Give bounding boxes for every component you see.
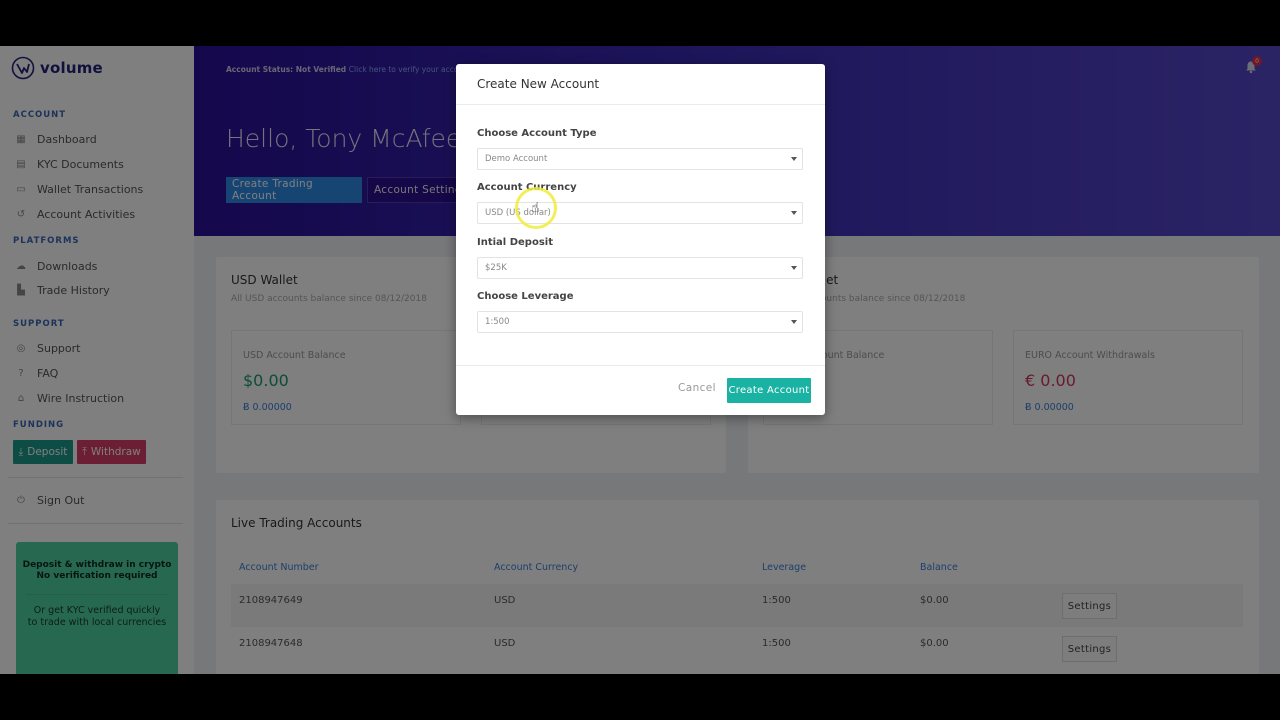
create-account-button[interactable]: Create Account <box>727 378 811 403</box>
leverage-select[interactable]: 1:500 <box>477 311 803 333</box>
leverage-label: Choose Leverage <box>477 291 574 302</box>
initial-deposit-label: Intial Deposit <box>477 237 553 248</box>
caret-down-icon <box>791 157 797 161</box>
select-value: $25K <box>485 263 507 273</box>
caret-down-icon <box>791 320 797 324</box>
modal-title: Create New Account <box>477 77 600 91</box>
account-type-select[interactable]: Demo Account <box>477 148 803 170</box>
modal-footer-divider <box>456 365 825 366</box>
account-currency-select[interactable]: USD (US dollar) <box>477 202 803 224</box>
modal-header-divider <box>456 104 825 105</box>
select-value: 1:500 <box>485 317 510 327</box>
letterbox-bottom <box>0 674 1280 720</box>
cancel-button[interactable]: Cancel <box>678 382 716 394</box>
app-window: volume ACCOUNT ▦ Dashboard ▤ KYC Documen… <box>0 46 1280 674</box>
initial-deposit-select[interactable]: $25K <box>477 257 803 279</box>
letterbox-top <box>0 0 1280 46</box>
caret-down-icon <box>791 266 797 270</box>
caret-down-icon <box>791 211 797 215</box>
select-value: Demo Account <box>485 154 548 164</box>
select-value: USD (US dollar) <box>485 208 551 218</box>
create-account-modal: Create New Account Choose Account Type D… <box>456 64 825 415</box>
account-currency-label: Account Currency <box>477 182 577 193</box>
account-type-label: Choose Account Type <box>477 128 597 139</box>
